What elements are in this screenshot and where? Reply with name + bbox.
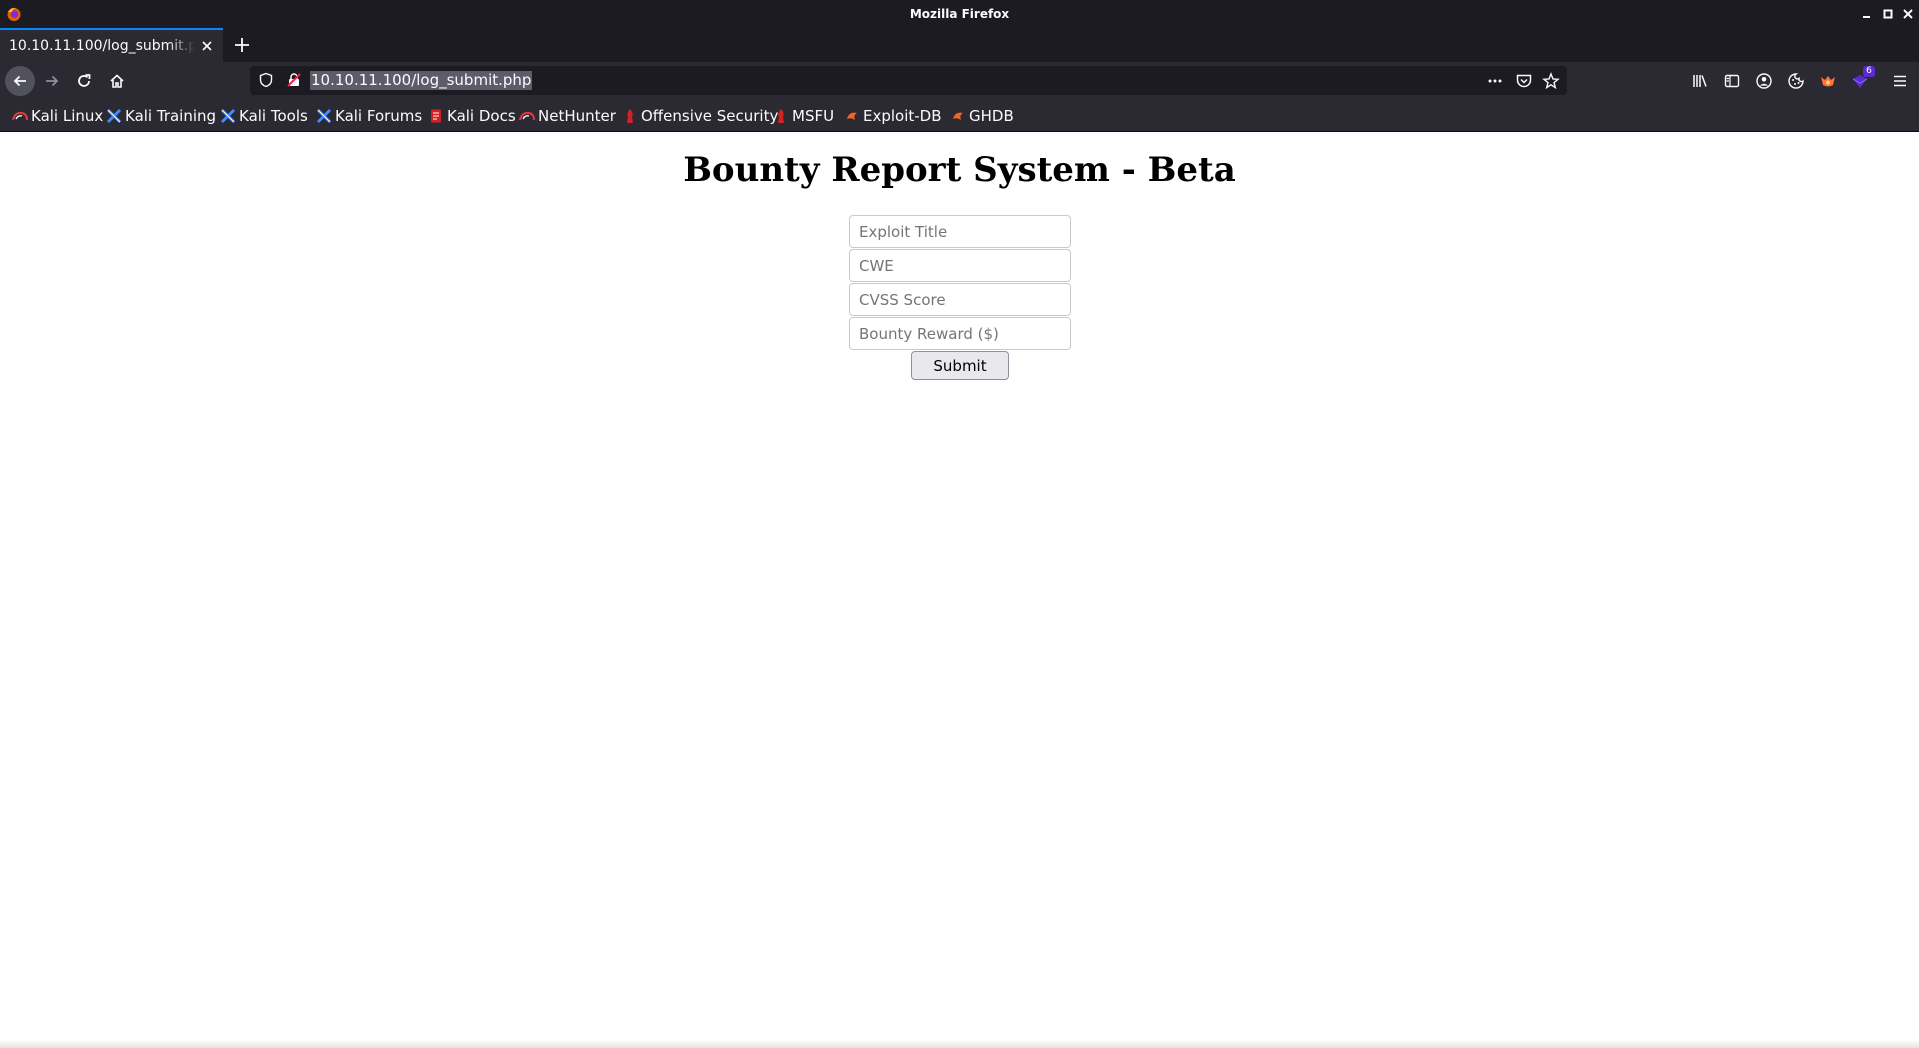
kali-linux-icon	[12, 111, 28, 121]
navigation-toolbar: 10.10.11.100/log_submit.php 6	[0, 62, 1919, 100]
bookmark-msfu[interactable]: MSFU	[773, 100, 834, 132]
exploit-db-icon	[847, 112, 857, 120]
back-button[interactable]	[5, 66, 35, 96]
url-text[interactable]: 10.10.11.100/log_submit.php	[310, 71, 533, 90]
bookmark-label: GHDB	[969, 107, 1014, 125]
bookmark-label: Kali Forums	[335, 107, 423, 125]
nethunter-icon	[519, 111, 535, 121]
home-icon	[110, 74, 124, 88]
cvss-score-input[interactable]	[849, 283, 1071, 316]
exploit-title-input[interactable]	[849, 215, 1071, 248]
account-icon[interactable]	[1755, 72, 1773, 90]
foxyproxy-icon[interactable]	[1819, 72, 1837, 90]
bookmark-offensive-security[interactable]: Offensive Security	[622, 100, 778, 132]
msfu-icon	[778, 109, 784, 123]
extension-badge: 6	[1863, 66, 1875, 77]
close-icon[interactable]	[199, 38, 215, 54]
ghdb-icon	[953, 112, 963, 120]
forward-arrow-icon	[46, 75, 59, 87]
offsec-icon	[627, 109, 633, 123]
cwe-input[interactable]	[849, 249, 1071, 282]
bookmark-kali-training[interactable]: Kali Training	[106, 100, 216, 132]
page-title: Bounty Report System - Beta	[683, 150, 1236, 190]
bookmark-label: NetHunter	[538, 107, 616, 125]
bookmark-label: MSFU	[792, 107, 835, 125]
menu-icon[interactable]	[1891, 72, 1909, 90]
new-tab-icon[interactable]	[231, 34, 253, 56]
submit-button[interactable]: Submit	[911, 351, 1009, 380]
bookmark-kali-docs[interactable]: Kali Docs	[428, 100, 516, 132]
cookie-icon[interactable]	[1787, 72, 1805, 90]
pocket-icon[interactable]	[1515, 72, 1533, 90]
kali-tools-icon	[220, 108, 236, 124]
bounty-reward-input[interactable]	[849, 317, 1071, 350]
tab-active[interactable]: 10.10.11.100/log_submit.php	[0, 28, 223, 62]
bookmark-label: Offensive Security	[641, 107, 779, 125]
kali-forums-icon	[316, 108, 332, 124]
bookmarks-toolbar: Kali Linux Kali Training Kali Tools Kali…	[0, 100, 1919, 132]
back-arrow-icon	[13, 75, 26, 87]
bookmark-nethunter[interactable]: NetHunter	[519, 100, 616, 132]
url-bar[interactable]: 10.10.11.100/log_submit.php	[250, 66, 1567, 95]
bookmark-label: Kali Linux	[31, 107, 104, 125]
reload-button[interactable]	[69, 66, 99, 96]
kali-training-icon	[106, 108, 122, 124]
bookmark-exploit-db[interactable]: Exploit-DB	[844, 100, 942, 132]
tracking-shield-icon[interactable]	[258, 72, 274, 88]
page-content: Bounty Report System - Beta Submit	[0, 132, 1919, 1048]
reload-icon	[78, 74, 91, 87]
page-bottom-edge	[0, 1040, 1919, 1048]
bookmark-label: Exploit-DB	[863, 107, 942, 125]
forward-button[interactable]	[37, 66, 67, 96]
bookmark-kali-tools[interactable]: Kali Tools	[220, 100, 308, 132]
bookmark-label: Kali Docs	[447, 107, 516, 125]
bookmark-kali-linux[interactable]: Kali Linux	[12, 100, 103, 132]
sidebar-icon[interactable]	[1723, 72, 1741, 90]
library-icon[interactable]	[1691, 72, 1709, 90]
maximize-icon[interactable]	[1880, 6, 1896, 22]
bookmark-label: Kali Tools	[239, 107, 308, 125]
home-button[interactable]	[102, 66, 132, 96]
bookmark-star-icon[interactable]	[1542, 72, 1560, 90]
window-titlebar: Mozilla Firefox	[0, 0, 1919, 28]
minimize-icon[interactable]	[1859, 6, 1875, 22]
page-actions-icon[interactable]	[1486, 72, 1504, 90]
tab-title: 10.10.11.100/log_submit.php	[9, 38, 195, 54]
bookmark-kali-forums[interactable]: Kali Forums	[316, 100, 422, 132]
window-close-icon[interactable]	[1900, 6, 1916, 22]
bookmark-label: Kali Training	[125, 107, 217, 125]
tab-strip: 10.10.11.100/log_submit.php	[0, 28, 1919, 62]
kali-docs-icon	[431, 109, 441, 123]
insecure-connection-icon[interactable]	[286, 72, 302, 88]
window-title: Mozilla Firefox	[909, 7, 1010, 21]
bookmark-ghdb[interactable]: GHDB	[950, 100, 1014, 132]
